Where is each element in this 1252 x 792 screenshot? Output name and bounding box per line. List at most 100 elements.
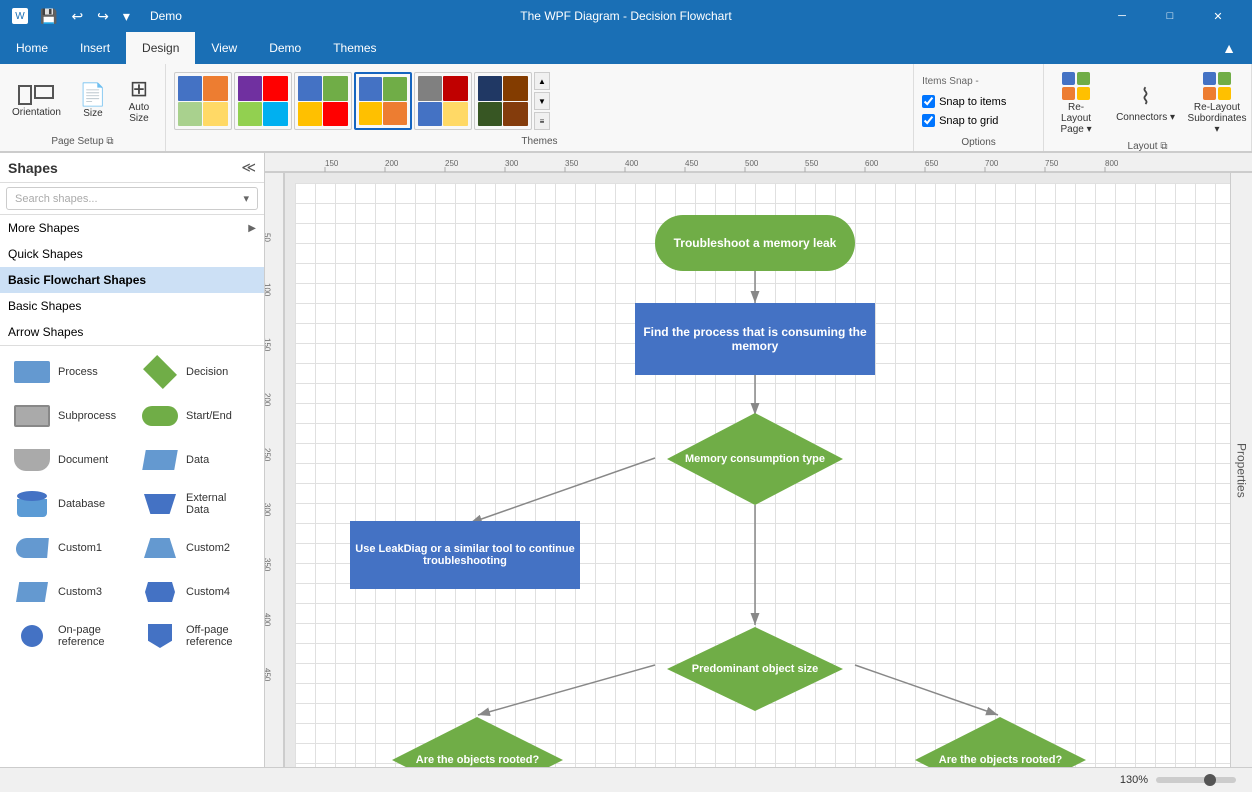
shape-predominant[interactable]: Predominant object size [665,625,845,713]
svg-text:600: 600 [865,159,879,168]
rooted-right-label: Are the objects rooted? [923,754,1078,766]
canvas[interactable]: Troubleshoot a memory leak Find the proc… [295,183,1230,767]
title-bar: W 💾 ↩ ↪ ▾ Demo The WPF Diagram - Decisio… [0,0,1252,32]
orientation-label: Orientation [12,107,61,118]
ribbon-content: Orientation 📄 Size ⊞ AutoSize Page Setup… [0,64,1252,152]
theme-scroll-down[interactable]: ▼ [534,92,550,110]
main-area: Shapes ≪ Search shapes... ▾ More Shapes … [0,153,1252,767]
relayout-subordinates-button[interactable]: Re-LayoutSubordinates ▾ [1187,68,1247,139]
ribbon-collapse-button[interactable]: ▲ [1206,32,1252,64]
shape-custom1[interactable]: Custom1 [8,530,128,566]
relayout-page-button[interactable]: Re-LayoutPage ▾ [1048,68,1104,139]
theme-scroll-more[interactable]: ≡ [534,112,550,130]
undo-icon[interactable]: ↩ [67,6,87,27]
dropdown-icon[interactable]: ▾ [119,6,134,27]
shape-rooted-left[interactable]: Are the objects rooted? [390,715,565,767]
shape-decision[interactable]: Decision [136,354,256,390]
landscape-icon [34,85,54,99]
close-button[interactable]: ✕ [1196,0,1240,32]
properties-panel[interactable]: Properties [1230,173,1252,767]
shape-rooted-right[interactable]: Are the objects rooted? [913,715,1088,767]
search-dropdown-icon[interactable]: ▾ [243,192,249,205]
svg-text:350: 350 [265,558,272,572]
category-basic-flowchart[interactable]: Basic Flowchart Shapes [0,267,264,293]
shape-document[interactable]: Document [8,442,128,478]
shape-memory-consumption[interactable]: Memory consumption type [665,411,845,507]
leakdiag-label: Use LeakDiag or a similar tool to contin… [350,543,580,567]
category-more-shapes[interactable]: More Shapes ▶ [0,215,264,241]
theme-5[interactable] [414,72,472,130]
page-setup-label: Page Setup ⧉ [4,134,161,147]
shape-custom2[interactable]: Custom2 [136,530,256,566]
page-setup-group: Orientation 📄 Size ⊞ AutoSize Page Setup… [0,64,166,151]
custom4-label: Custom4 [186,586,230,598]
shape-startend[interactable]: Start/End [136,398,256,434]
rooted-left-label: Are the objects rooted? [400,754,555,766]
theme-2[interactable] [234,72,292,130]
theme-6[interactable] [474,72,532,130]
canvas-scroll-area[interactable]: Troubleshoot a memory leak Find the proc… [285,173,1230,767]
snap-to-items-row[interactable]: Snap to items [922,95,1006,108]
svg-text:800: 800 [1105,159,1119,168]
app-icon: W [12,8,28,24]
decision-icon [140,358,180,386]
connectors-icon: ⌇ [1140,84,1151,110]
basic-shapes-label: Basic Shapes [8,299,81,313]
zoom-slider[interactable] [1156,777,1236,783]
layout-group: Re-LayoutPage ▾ ⌇ Connectors ▾ Re-Layout… [1044,64,1252,151]
app-name: Demo [150,9,182,23]
snap-to-grid-row[interactable]: Snap to grid [922,114,998,127]
shape-data[interactable]: Data [136,442,256,478]
theme-scroll-up[interactable]: ▲ [534,72,550,90]
svg-text:550: 550 [805,159,819,168]
shape-onpage[interactable]: On-page reference [8,618,128,654]
save-icon[interactable]: 💾 [36,6,61,27]
category-basic-shapes[interactable]: Basic Shapes [0,293,264,319]
shape-offpage[interactable]: Off-page reference [136,618,256,654]
tab-insert[interactable]: Insert [64,32,126,64]
svg-text:500: 500 [745,159,759,168]
orientation-button[interactable]: Orientation [4,81,69,122]
shape-troubleshoot[interactable]: Troubleshoot a memory leak [655,215,855,271]
tab-view[interactable]: View [195,32,253,64]
sidebar-collapse-button[interactable]: ≪ [241,159,256,176]
search-input-container[interactable]: Search shapes... ▾ [6,187,258,210]
theme-4-active[interactable] [354,72,412,130]
category-quick-shapes[interactable]: Quick Shapes [0,241,264,267]
snap-to-items-checkbox[interactable] [922,95,935,108]
relayout-sub-icon [1203,72,1231,100]
minimize-button[interactable]: ─ [1100,0,1144,32]
shape-database[interactable]: Database [8,486,128,522]
theme-1[interactable] [174,72,232,130]
theme-3[interactable] [294,72,352,130]
relayout-page-icon [1062,72,1090,100]
svg-text:400: 400 [625,159,639,168]
doc-title: The WPF Diagram - Decision Flowchart [520,9,731,23]
category-arrow-shapes[interactable]: Arrow Shapes [0,319,264,345]
options-content: Items Snap - Snap to items Snap to grid [918,68,1039,135]
size-label: Size [83,108,102,119]
status-bar: 130% [0,767,1252,791]
snap-to-grid-checkbox[interactable] [922,114,935,127]
shape-custom3[interactable]: Custom3 [8,574,128,610]
shape-find-process[interactable]: Find the process that is consuming the m… [635,303,875,375]
shape-leakdiag[interactable]: Use LeakDiag or a similar tool to contin… [350,521,580,589]
maximize-button[interactable]: □ [1148,0,1192,32]
size-button[interactable]: 📄 Size [71,80,115,123]
svg-text:300: 300 [265,503,272,517]
shape-subprocess[interactable]: Subprocess [8,398,128,434]
svg-text:700: 700 [985,159,999,168]
tab-themes[interactable]: Themes [317,32,392,64]
ribbon-tabs: Home Insert Design View Demo Themes ▲ [0,32,1252,64]
shape-external-data[interactable]: External Data [136,486,256,522]
tab-design[interactable]: Design [126,32,195,64]
tab-demo[interactable]: Demo [253,32,317,64]
ruler-left-svg: 50 100 150 200 250 300 350 400 450 [265,173,285,767]
tab-home[interactable]: Home [0,32,64,64]
auto-size-button[interactable]: ⊞ AutoSize [117,74,161,128]
redo-icon[interactable]: ↪ [93,6,113,27]
zoom-thumb[interactable] [1204,774,1216,786]
shape-custom4[interactable]: Custom4 [136,574,256,610]
connectors-button[interactable]: ⌇ Connectors ▾ [1108,80,1183,127]
shape-process[interactable]: Process [8,354,128,390]
